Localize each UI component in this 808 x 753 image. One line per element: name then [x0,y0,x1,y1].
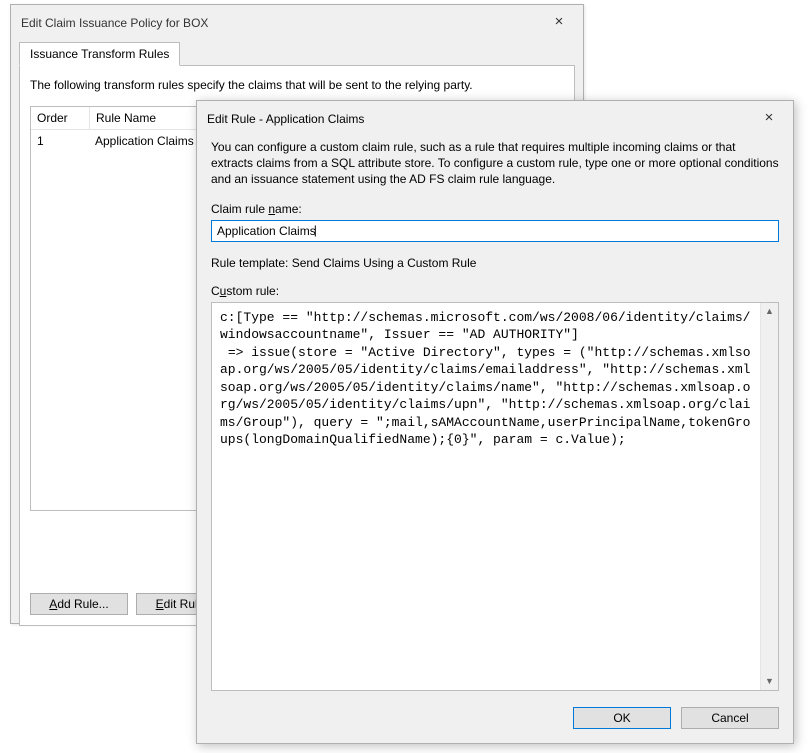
custom-rule-area-wrap: ▲ ▼ [211,302,779,691]
cell-order: 1 [31,130,89,152]
column-header-order[interactable]: Order [31,107,90,130]
scrollbar[interactable]: ▲ ▼ [760,303,778,690]
dialog-button-row: OK Cancel [211,707,779,729]
rule-template-label: Rule template: Send Claims Using a Custo… [211,256,779,270]
edit-rule-content: You can configure a custom claim rule, s… [197,135,793,743]
claim-rule-name-label: Claim rule name: [211,202,779,216]
tab-description: The following transform rules specify th… [30,78,564,92]
close-icon[interactable]: × [755,109,783,129]
ok-button[interactable]: OK [573,707,671,729]
scroll-up-icon[interactable]: ▲ [761,303,778,320]
tab-bar: Issuance Transform Rules [19,41,575,66]
intro-text: You can configure a custom claim rule, s… [211,139,779,188]
edit-rule-titlebar: Edit Rule - Application Claims × [197,101,793,135]
policy-title: Edit Claim Issuance Policy for BOX [21,16,545,30]
edit-rule-title: Edit Rule - Application Claims [207,112,755,126]
tab-issuance-transform-rules[interactable]: Issuance Transform Rules [19,42,180,66]
close-icon[interactable]: × [545,13,573,33]
claim-rule-name-input[interactable]: Application Claims [211,220,779,242]
custom-rule-label: Custom rule: [211,284,779,298]
edit-rule-window: Edit Rule - Application Claims × You can… [196,100,794,744]
scroll-down-icon[interactable]: ▼ [761,673,778,690]
policy-titlebar: Edit Claim Issuance Policy for BOX × [11,5,583,39]
add-rule-button[interactable]: Add Rule... [30,593,128,615]
custom-rule-textarea[interactable] [212,303,778,690]
cancel-button[interactable]: Cancel [681,707,779,729]
